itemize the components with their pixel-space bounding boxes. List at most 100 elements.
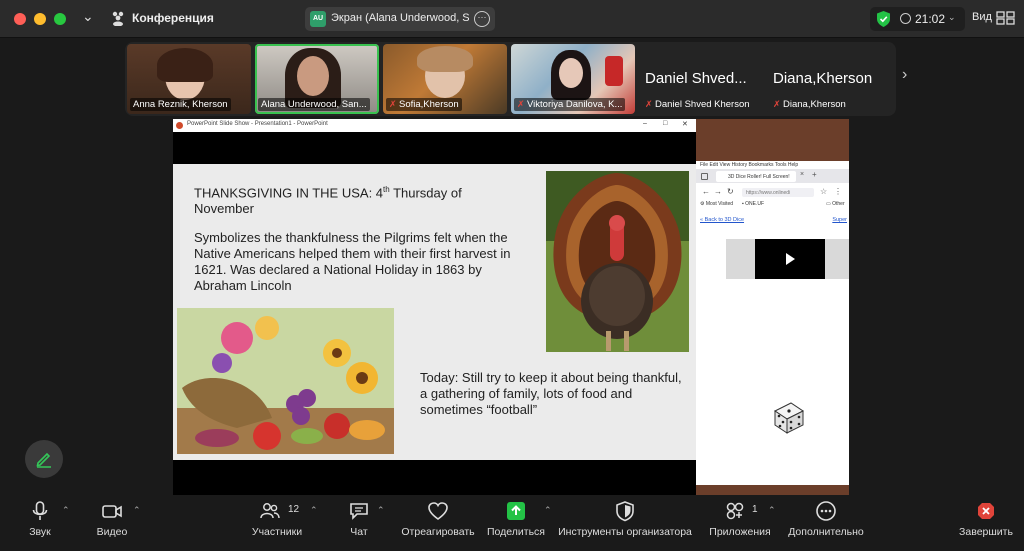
host-tools-button[interactable]: Инструменты организатора <box>558 495 692 551</box>
dice-icon[interactable] <box>771 399 807 435</box>
chevron-up-icon: ⌃ <box>544 505 552 515</box>
audio-options-button[interactable]: ⌃ <box>60 495 72 551</box>
encryption-shield-icon[interactable] <box>876 11 891 27</box>
chevron-up-icon: ⌃ <box>768 505 776 515</box>
video-button[interactable]: Видео <box>90 495 134 551</box>
chat-options-button[interactable]: ⌃ <box>375 495 387 551</box>
mic-muted-icon: ✗ <box>389 99 397 109</box>
react-button[interactable]: Отреагировать <box>400 495 476 551</box>
clock-icon <box>900 13 911 24</box>
participants-count: 12 <box>288 504 300 515</box>
play-icon[interactable] <box>786 253 795 265</box>
browser-window: File Edit View History Bookmarks Tools H… <box>696 119 849 495</box>
apps-options-button[interactable]: ⌃ <box>766 495 778 551</box>
extensions-icon[interactable]: ⋮ <box>834 187 842 196</box>
react-label: Отреагировать <box>401 526 475 538</box>
back-to-3d-dice-link[interactable]: « Back to 3D Dice <box>700 217 744 223</box>
title-bar: ⌄ Конференция AU Экран (Alana Underwood,… <box>0 0 1024 38</box>
video-camera-icon <box>102 505 122 518</box>
browser-menu-bar[interactable]: File Edit View History Bookmarks Tools H… <box>700 162 798 168</box>
participant-tile[interactable]: ✗ Viktoriya Danilova, K... <box>511 44 635 114</box>
participant-tile[interactable]: Daniel Shved... ✗ Daniel Shved Kherson <box>639 44 763 114</box>
forward-arrow-icon[interactable]: → <box>714 187 722 196</box>
turkey-image <box>546 171 689 352</box>
participant-name: ✗ Viktoriya Danilova, K... <box>514 98 626 111</box>
browser-nav-bar: ← → ↻ https://www.onlinedi ☆ ⋮ <box>696 185 849 200</box>
bookmarks-bar: ⚙ Most Visited ▪ ONE.UF ▭ Other <box>696 201 849 211</box>
back-arrow-icon[interactable]: ← <box>702 187 710 196</box>
close-tab-icon[interactable]: × <box>800 171 804 178</box>
more-button[interactable]: Дополнительно <box>786 495 866 551</box>
participant-strip: Anna Reznik, Kherson Alana Underwood, Sa… <box>125 42 896 116</box>
view-button[interactable]: Вид <box>972 11 992 23</box>
close-icon[interactable]: ✕ <box>682 120 688 128</box>
participant-tile[interactable]: Diana,Kherson ✗ Diana,Kherson <box>767 44 891 114</box>
participant-tile[interactable]: ✗ Sofia,Kherson <box>383 44 507 114</box>
chevron-down-icon[interactable]: ⌄ <box>948 12 956 23</box>
address-bar[interactable]: https://www.onlinedi <box>742 188 814 197</box>
slide-body-text: Symbolizes the thankfulness the Pilgrims… <box>194 230 511 293</box>
share-label: Поделиться <box>487 526 545 538</box>
end-meeting-button[interactable]: Завершить <box>956 495 1016 551</box>
ppt-title-bar: PowerPoint Slide Show - Presentation1 - … <box>173 119 696 132</box>
minimize-window-button[interactable] <box>34 13 46 25</box>
video-options-button[interactable]: ⌃ <box>131 495 143 551</box>
participant-display-name: Diana,Kherson <box>773 70 873 87</box>
new-tab-icon[interactable]: + <box>812 170 817 179</box>
meeting-status[interactable]: 21:02 ⌄ <box>870 7 965 31</box>
chevron-up-icon: ⌃ <box>133 505 141 515</box>
participants-options-button[interactable]: ⌃ <box>308 495 320 551</box>
maximize-icon[interactable]: □ <box>663 120 667 127</box>
end-call-icon <box>978 503 994 519</box>
meeting-info-icon[interactable] <box>110 10 126 26</box>
participant-tile-active[interactable]: Alana Underwood, San... <box>255 44 379 114</box>
close-window-button[interactable] <box>14 13 26 25</box>
participant-hair <box>417 46 473 72</box>
video-frame[interactable] <box>755 239 825 279</box>
chevron-down-icon[interactable]: ⌄ <box>82 8 94 25</box>
apps-icon <box>726 502 744 520</box>
slide-today-text: Today: Still try to keep it about being … <box>420 370 682 417</box>
participant-name: ✗ Sofia,Kherson <box>386 98 462 111</box>
audio-button[interactable]: Звук <box>20 495 60 551</box>
video-label: Видео <box>96 526 128 538</box>
participant-display-name: Daniel Shved... <box>645 70 747 87</box>
share-options-button[interactable]: ⌃ <box>542 495 554 551</box>
bookmark-star-icon[interactable]: ☆ <box>820 187 827 196</box>
bookmark-item[interactable]: ▪ ONE.UF <box>742 201 764 207</box>
meeting-title[interactable]: Конференция <box>132 11 214 25</box>
participant-name: Alana Underwood, San... <box>258 98 370 111</box>
more-options-icon[interactable]: ··· <box>474 11 490 27</box>
view-grid-icon[interactable] <box>996 10 1016 26</box>
participant-video <box>297 56 329 96</box>
next-page-arrow-icon[interactable]: › <box>902 66 907 84</box>
end-label: Завершить <box>959 526 1013 538</box>
apps-button[interactable]: 1 Приложения <box>708 495 772 551</box>
mic-muted-icon: ✗ <box>773 99 781 109</box>
bookmark-item[interactable]: ⚙ Most Visited <box>700 201 733 207</box>
participant-hair <box>157 48 213 82</box>
heart-icon <box>428 502 448 520</box>
annotate-button[interactable] <box>25 440 63 478</box>
meeting-toolbar: Звук ⌃ Видео ⌃ 12 Участники ⌃ Чат ⌃ Отре… <box>0 495 1024 551</box>
powerpoint-icon <box>176 122 183 129</box>
reload-icon[interactable]: ↻ <box>727 187 734 196</box>
minimize-icon[interactable]: – <box>643 120 647 127</box>
participant-tile[interactable]: Anna Reznik, Kherson <box>127 44 251 114</box>
share-screen-button[interactable]: Поделиться <box>486 495 546 551</box>
video-player[interactable] <box>726 239 849 279</box>
maximize-window-button[interactable] <box>54 13 66 25</box>
bookmark-folder[interactable]: ▭ Other <box>826 201 845 207</box>
participants-button[interactable]: 12 Участники <box>250 495 304 551</box>
slide: THANKSGIVING IN THE USA: 4th Thursday of… <box>173 164 696 460</box>
audio-label: Звук <box>29 526 51 538</box>
more-label: Дополнительно <box>788 526 864 538</box>
zoom-window: ⌄ Конференция AU Экран (Alana Underwood,… <box>0 0 1024 551</box>
super-link[interactable]: Super <box>832 217 847 223</box>
browser-content: File Edit View History Bookmarks Tools H… <box>696 161 849 485</box>
browser-tab[interactable]: 3D Dice Roller! Full Screen! <box>716 171 796 182</box>
chat-button[interactable]: Чат <box>340 495 378 551</box>
screen-share-indicator[interactable]: AU Экран (Alana Underwood, Sa ··· <box>305 7 495 31</box>
apps-label: Приложения <box>709 526 771 538</box>
tabs-overview-icon[interactable] <box>701 173 708 180</box>
